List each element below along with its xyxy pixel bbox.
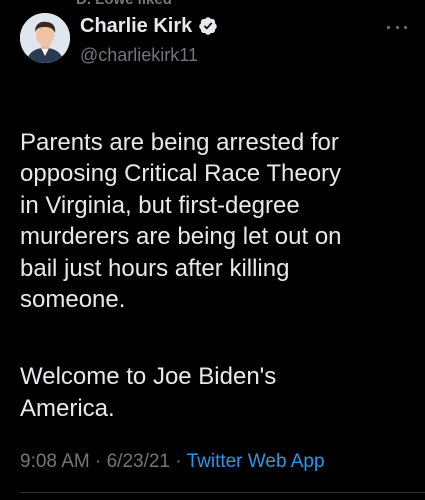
- tweet-paragraph-1: Parents are being arrested for opposing …: [20, 128, 342, 314]
- social-context[interactable]: D. Lowe liked: [76, 0, 172, 8]
- meta-separator: ·: [95, 451, 102, 472]
- tweet-date[interactable]: 6/23/21: [107, 451, 170, 472]
- tweet-paragraph-2: Welcome to Joe Biden's America.: [20, 363, 277, 422]
- tweet-text: Parents are being arrested for opposing …: [20, 95, 415, 456]
- author-display-name[interactable]: Charlie Kirk: [80, 14, 192, 38]
- tweet-source-link[interactable]: Twitter Web App: [187, 451, 325, 472]
- verified-badge-icon: [199, 17, 218, 35]
- divider: [20, 492, 425, 493]
- more-options-icon[interactable]: [387, 24, 407, 30]
- avatar-image: [20, 13, 70, 63]
- tweet-metadata: 9:08 AM · 6/23/21 · Twitter Web App: [20, 450, 325, 474]
- avatar[interactable]: [20, 13, 70, 63]
- tweet-time[interactable]: 9:08 AM: [20, 451, 90, 472]
- meta-separator: ·: [175, 451, 182, 472]
- author-name-row[interactable]: Charlie Kirk: [80, 14, 218, 38]
- author-handle[interactable]: @charliekirk11: [80, 44, 198, 66]
